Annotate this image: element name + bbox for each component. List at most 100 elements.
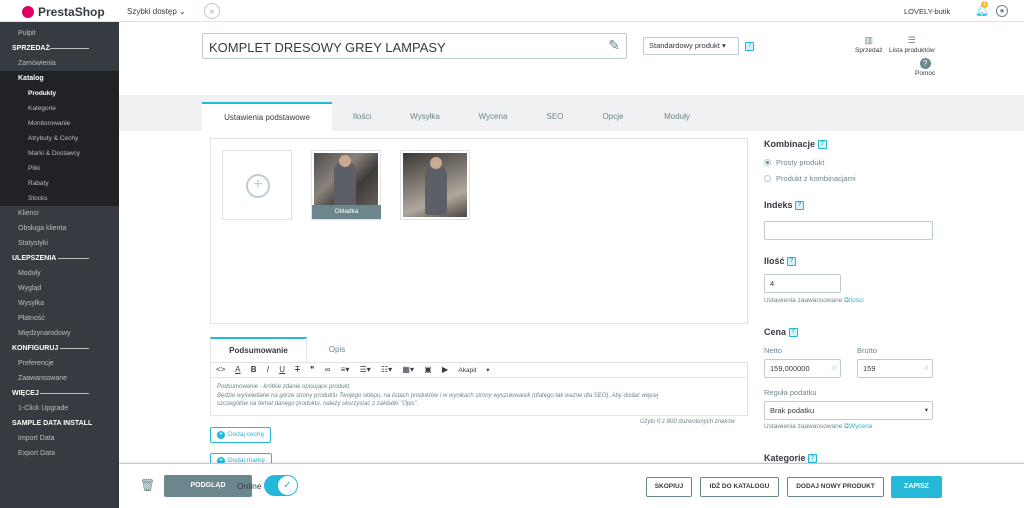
sidebar-item-stats[interactable]: Statystyki [0,236,119,251]
editor-toolbar: <> A B I U T ❞ ∞ ≡▾ ☰▾ ☷▾ ▦▾ ▣ ▶ Akapit … [211,363,747,378]
go-to-catalog-button[interactable]: IDŹ DO KATALOGU [700,477,779,497]
radio-simple-product[interactable]: Prosty produkt [764,158,824,167]
tax-rule-select[interactable]: Brak podatku ▾ [764,401,933,420]
search-icon[interactable]: ⌕ [204,3,220,19]
pencil-icon: ✎ [608,37,620,53]
quantity-label: Ilość ? [764,256,797,267]
sidebar-item-modules[interactable]: Moduły [0,266,119,281]
quantities-link[interactable]: ⧉Ilości [844,297,863,304]
list-icon: ☰ [907,35,916,45]
sidebar-item-monitoring[interactable]: Monitorowanie [0,116,119,131]
sidebar-item-orders[interactable]: Zamówienia [0,56,119,71]
radio-combinations-product[interactable]: Produkt z kombinacjami [764,174,856,183]
sidebar-item-import[interactable]: Import Data [0,431,119,446]
strikethrough-icon[interactable]: T [295,365,300,374]
text-color-icon[interactable]: A [235,365,240,374]
bullet-list-icon[interactable]: ☰▾ [360,365,371,374]
sidebar-item-upgrade[interactable]: 1-Click Upgrade [0,401,119,416]
sidebar-item-shipping[interactable]: Wysyłka [0,296,119,311]
source-code-icon[interactable]: <> [216,365,225,374]
model-figure [425,165,447,215]
summary-editor[interactable]: <> A B I U T ❞ ∞ ≡▾ ☰▾ ☷▾ ▦▾ ▣ ▶ Akapit … [210,362,748,416]
online-toggle[interactable]: ✓ [264,475,298,496]
tab-options[interactable]: Opcje [582,102,644,131]
model-head [430,157,442,169]
check-icon: ✓ [278,476,297,495]
product-image-thumbnail[interactable] [400,150,470,220]
logo-icon [22,6,34,18]
help-icon[interactable]: ? [745,42,754,51]
online-label: Online [237,481,262,491]
sidebar-item-preferences[interactable]: Preferencje [0,356,119,371]
sidebar-item-dashboard[interactable]: Pulpit [0,26,119,41]
sidebar-item-design[interactable]: Wygląd [0,281,119,296]
price-gross-input[interactable]: 159 zł [857,359,933,378]
help-icon[interactable]: ? [795,201,805,211]
tab-quantities[interactable]: Ilości [332,102,392,131]
sidebar-item-international[interactable]: Międzynarodowy [0,326,119,341]
chevron-down-icon: ▾ [924,407,928,414]
sidebar-item-products[interactable]: Produkty [0,86,119,101]
sidebar-item-categories[interactable]: Kategorie [0,101,119,116]
paragraph-select[interactable]: Akapit ▾ [458,367,489,374]
sidebar-item-catalog[interactable]: Katalog [0,71,119,86]
index-label: Indeks ? [764,200,805,211]
help-icon[interactable]: ? [787,257,797,267]
quantity-input[interactable]: 4 [764,274,841,293]
image-icon[interactable]: ▣ [424,365,432,374]
sidebar-item-export[interactable]: Export Data [0,446,119,461]
sidebar-item-brands[interactable]: Marki & Dostawcy [0,146,119,161]
quote-icon[interactable]: ❞ [310,365,314,374]
sidebar-item-stocks[interactable]: Stocks [0,191,119,206]
tab-summary[interactable]: Podsumowanie [210,337,307,362]
tab-shipping[interactable]: Wysyłka [392,102,458,131]
sidebar-item-payment[interactable]: Płatność [0,311,119,326]
sidebar-heading-sample-data: SAMPLE DATA INSTALL [12,420,93,427]
product-name-input[interactable]: KOMPLET DRESOWY GREY LAMPASY ✎ [202,33,627,59]
align-icon[interactable]: ≡▾ [341,365,350,374]
tab-seo[interactable]: SEO [528,102,582,131]
price-net-input[interactable]: 159,000000 zł [764,359,841,378]
plus-icon: + [246,174,270,198]
sidebar-item-attributes[interactable]: Atrybuty & Cechy [0,131,119,146]
trash-icon[interactable]: 🗑︎ [140,478,155,492]
table-icon[interactable]: ▦▾ [402,365,414,374]
help-icon[interactable]: ? [808,454,818,464]
product-list-button[interactable]: ☰ Lista produktów [889,35,935,54]
chevron-down-icon: ⌄ [179,7,186,16]
sidebar-item-advanced[interactable]: Zaawansowane [0,371,119,386]
tab-description[interactable]: Opis [310,337,364,362]
tab-pricing[interactable]: Wycena [458,102,528,131]
add-new-product-button[interactable]: DODAJ NOWY PRODUKT [787,477,884,497]
underline-icon[interactable]: U [279,365,285,374]
sidebar-item-customer-service[interactable]: Obsługa klienta [0,221,119,236]
media-icon[interactable]: ▶ [442,365,448,374]
shop-name-link[interactable]: LOVELY-butik [904,7,950,16]
product-type-select[interactable]: Standardowy produkt ▾ [643,37,739,55]
duplicate-button[interactable]: SKOPIUJ [646,477,692,497]
prestashop-logo[interactable]: PrestaShop [22,5,105,19]
gross-label: Brutto [857,346,878,355]
tab-modules[interactable]: Moduły [644,102,710,131]
reference-input[interactable] [764,221,933,240]
help-icon[interactable]: ? [788,328,798,338]
add-feature-button[interactable]: + Dodaj cechę [210,427,272,443]
currency-label: zł [831,365,836,372]
save-button[interactable]: ZAPISZ [891,476,942,498]
sidebar-item-discounts[interactable]: Rabaty [0,176,119,191]
sidebar: Pulpit SPRZEDAŻ Zamówienia Katalog Produ… [0,22,119,508]
italic-icon[interactable]: I [267,365,269,374]
tab-basic-settings[interactable]: Ustawienia podstawowe [202,102,332,131]
sales-button[interactable]: ▥ Sprzedaż [855,35,882,54]
link-icon[interactable]: ∞ [325,365,331,374]
help-icon[interactable]: ? [817,140,827,150]
help-button[interactable]: ? Pomoc [915,58,935,77]
pricing-link[interactable]: ⧉Wycena [844,423,872,430]
sidebar-item-customers[interactable]: Klienci [0,206,119,221]
avatar[interactable]: ● [996,5,1008,17]
sidebar-item-files[interactable]: Pliki [0,161,119,176]
bold-icon[interactable]: B [251,365,257,374]
quick-access-dropdown[interactable]: Szybki dostęp ⌄ [127,7,186,16]
numbered-list-icon[interactable]: ☷▾ [381,365,392,374]
add-image-button[interactable]: + [222,150,292,220]
